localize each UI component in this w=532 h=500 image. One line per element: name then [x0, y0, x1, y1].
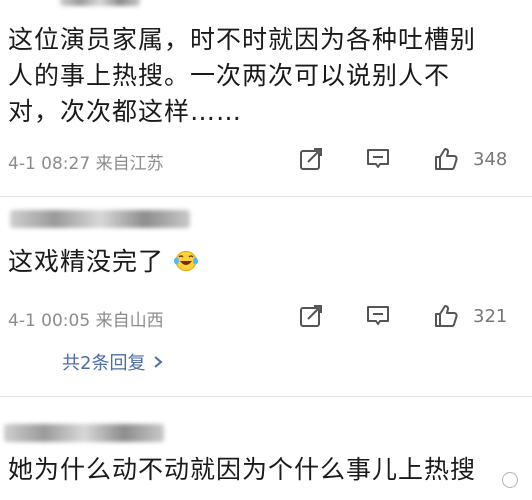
comment-icon[interactable]: [365, 303, 391, 329]
comment-2-text-content: 这戏精没完了: [8, 247, 165, 276]
divider-2: [0, 396, 532, 397]
watermark-logo-icon: [502, 472, 518, 488]
divider-1: [0, 196, 532, 197]
comment-1-line-1: 这位演员家属，时不时就因为各种吐槽别: [8, 25, 477, 54]
comment-icon[interactable]: [365, 146, 391, 172]
blurred-username-2: [10, 210, 190, 228]
comment-2-like-count: 321: [473, 306, 508, 327]
comment-1-line-2: 人的事上热搜。一次两次可以说别人不: [8, 61, 451, 90]
blurred-username-top: [60, 0, 140, 6]
view-replies-link[interactable]: 共2条回复: [62, 349, 164, 375]
blurred-username-3: [4, 424, 164, 442]
chevron-right-icon: [154, 356, 164, 368]
comment-2-meta-row: 4-1 00:05 来自山西 321: [8, 303, 524, 333]
replies-label: 共2条回复: [62, 353, 146, 374]
comment-3-text: 她为什么动不动就因为个什么事儿上热搜: [8, 452, 476, 488]
thumbs-up-icon[interactable]: [433, 303, 459, 329]
comment-1-meta-row: 4-1 08:27 来自江苏 348: [8, 146, 524, 176]
share-icon[interactable]: [298, 303, 324, 329]
thumbs-up-icon[interactable]: [433, 146, 459, 172]
comment-1-meta: 4-1 08:27 来自江苏: [8, 154, 164, 174]
comment-3-text-content: 她为什么动不动就因为个什么事儿上热搜: [8, 455, 477, 484]
weibo-comment-thread: 这位演员家属，时不时就因为各种吐槽别 人的事上热搜。一次两次可以说别人不 对，次…: [0, 0, 532, 500]
watermark: [502, 472, 518, 488]
comment-1-text: 这位演员家属，时不时就因为各种吐槽别 人的事上热搜。一次两次可以说别人不 对，次…: [8, 22, 528, 130]
share-icon[interactable]: [298, 146, 324, 172]
laugh-cry-emoji: [173, 251, 198, 271]
comment-1-line-3: 对，次次都这样……: [8, 97, 243, 126]
comment-2-text: 这戏精没完了: [8, 244, 199, 280]
comment-1-like-count: 348: [473, 149, 508, 170]
comment-2-meta: 4-1 00:05 来自山西: [8, 311, 164, 331]
